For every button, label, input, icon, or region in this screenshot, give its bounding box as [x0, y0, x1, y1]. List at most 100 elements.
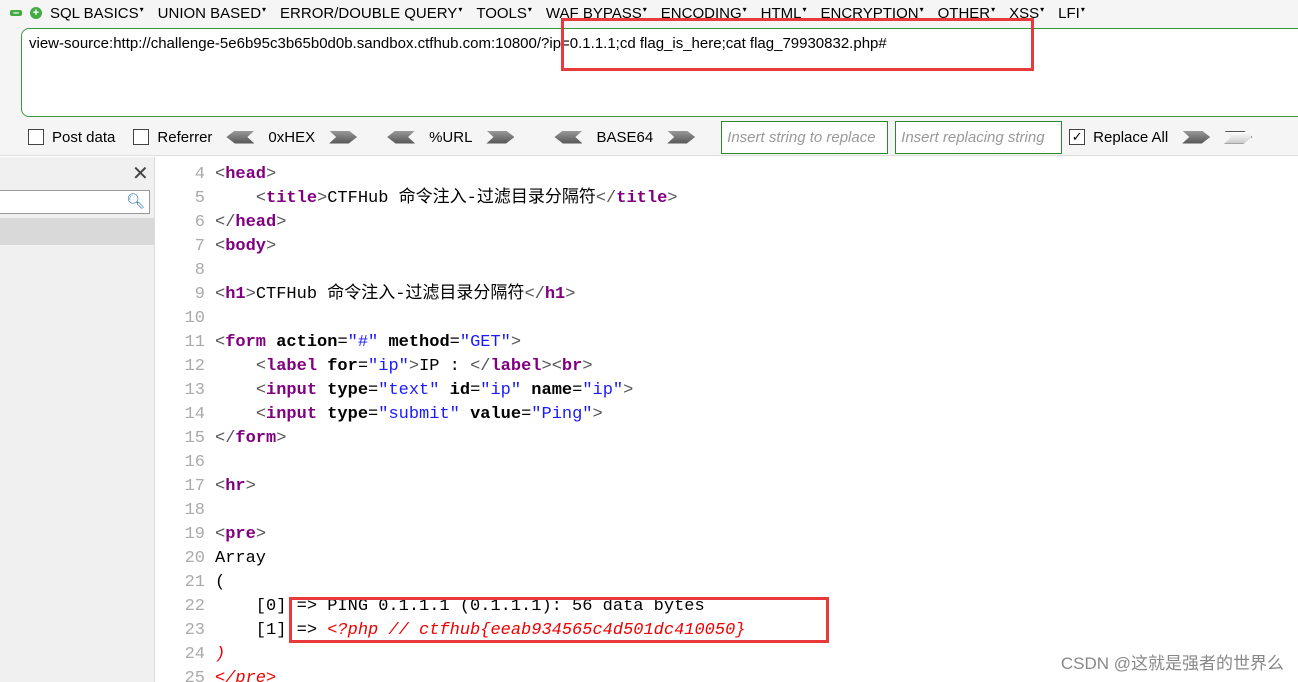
- sidebar-selected-item[interactable]: [0, 218, 154, 245]
- line-number: 25: [184, 669, 205, 682]
- line-number: 6: [194, 213, 205, 232]
- sidebar-search-input[interactable]: 🔍︎: [0, 190, 150, 214]
- source-line: 8: [156, 259, 746, 283]
- checkbox[interactable]: [28, 129, 44, 145]
- line-content: <title>CTFHub 命令注入-过滤目录分隔符</title>: [215, 187, 678, 211]
- token-text: =: [368, 405, 379, 424]
- source-line: 9 <h1>CTFHub 命令注入-过滤目录分隔符</h1>: [156, 283, 746, 307]
- line-number: 7: [194, 237, 205, 256]
- token-br: <: [215, 285, 226, 304]
- line-content: <label for="ip">IP : </label><br>: [215, 355, 593, 379]
- line-number: 19: [184, 525, 205, 544]
- token-attr: value: [470, 405, 522, 424]
- replace-arrow-icon[interactable]: [1182, 130, 1211, 144]
- line-content: <form action="#" method="GET">: [215, 331, 521, 355]
- checkmark-icon[interactable]: ✓: [1069, 129, 1086, 145]
- menu-item-lfi[interactable]: LFI: [1058, 5, 1085, 22]
- token-tag: label: [490, 357, 542, 376]
- hex-label: 0xHEX: [268, 128, 316, 146]
- token-text: =: [572, 381, 583, 400]
- token-br: <: [215, 333, 226, 352]
- source-line: 21 (: [156, 571, 746, 595]
- token-tag: h1: [544, 285, 566, 304]
- url-encode-arrow-icon[interactable]: [486, 130, 515, 144]
- token-tag: br: [561, 357, 583, 376]
- minus-icon[interactable]: –: [10, 8, 22, 19]
- token-attr: method: [388, 333, 450, 352]
- base64-encode-arrow-icon[interactable]: [667, 130, 696, 144]
- token-text: =: [521, 405, 532, 424]
- token-attr: id: [449, 381, 471, 400]
- token-br: >: [255, 525, 267, 544]
- line-number: 13: [184, 381, 205, 400]
- token-val: "GET": [459, 333, 511, 352]
- replace-all-checkbox[interactable]: ✓ Replace All: [1069, 129, 1168, 146]
- token-br: >: [667, 189, 678, 208]
- replacing-string-input[interactable]: Insert replacing string: [895, 120, 1063, 154]
- line-content: </pre>: [215, 667, 276, 682]
- token-br: <: [255, 189, 267, 208]
- token-tag: input: [266, 405, 328, 424]
- token-tag: head: [225, 165, 267, 184]
- source-line: 25 </pre>: [156, 667, 746, 682]
- token-text: =: [357, 357, 369, 376]
- line-content: <hr>: [215, 475, 256, 499]
- token-val: "submit": [378, 405, 471, 424]
- replace-next-arrow-icon[interactable]: [1224, 130, 1253, 144]
- referrer-label: Referrer: [157, 128, 213, 146]
- token-br: >: [582, 357, 593, 376]
- menu-item-union-based[interactable]: UNION BASED: [158, 5, 266, 22]
- token-attr: for: [327, 357, 358, 376]
- source-line: 11 <form action="#" method="GET">: [156, 331, 746, 355]
- menu-item-sql-basics[interactable]: SQL BASICS: [50, 5, 144, 22]
- hex-encode-arrow-icon[interactable]: [329, 130, 358, 144]
- line-number: 11: [184, 333, 205, 352]
- checkbox[interactable]: [133, 129, 150, 145]
- token-br: </: [215, 213, 236, 232]
- token-br: >: [317, 189, 328, 208]
- post-data-label: Post data: [52, 128, 116, 146]
- base64-decode-arrow-icon[interactable]: [554, 130, 583, 144]
- token-val: "ip": [582, 381, 624, 400]
- line-number: 22: [184, 597, 205, 616]
- token-tag: hr: [225, 477, 246, 496]
- token-br: </: [470, 357, 491, 376]
- token-attr: action: [276, 333, 338, 352]
- line-number: 20: [184, 549, 205, 568]
- token-text: =: [449, 333, 460, 352]
- source-line: 17 <hr>: [156, 475, 746, 499]
- post-data-checkbox[interactable]: Post data: [28, 129, 115, 146]
- line-number: 5: [194, 189, 205, 208]
- token-tag: body: [225, 237, 267, 256]
- token-text: CTFHub 命令注入-过滤目录分隔符: [255, 285, 525, 304]
- line-content: <h1>CTFHub 命令注入-过滤目录分隔符</h1>: [215, 283, 575, 307]
- plus-icon[interactable]: +: [30, 7, 42, 19]
- line-content: <body>: [215, 235, 276, 259]
- line-content: <input type="submit" value="Ping">: [215, 403, 603, 427]
- line-number: 17: [184, 477, 205, 496]
- token-tag: h1: [225, 285, 246, 304]
- source-line: 13 <input type="text" id="ip" name="ip">: [156, 379, 746, 403]
- menu-item-error-double-query[interactable]: ERROR/DOUBLE QUERY: [280, 5, 462, 22]
- token-br: >: [266, 165, 277, 184]
- close-icon[interactable]: ✕: [132, 161, 149, 186]
- menu-item-tools[interactable]: TOOLS: [476, 5, 532, 22]
- token-tag: input: [266, 381, 328, 400]
- hex-decode-arrow-icon[interactable]: [226, 130, 255, 144]
- token-br: <: [215, 165, 226, 184]
- line-content: (: [215, 571, 225, 595]
- source-line: 19 <pre>: [156, 523, 746, 547]
- source-line: 6 </head>: [156, 211, 746, 235]
- base64-label: BASE64: [596, 128, 654, 146]
- url-decode-arrow-icon[interactable]: [387, 130, 416, 144]
- token-br: <: [215, 525, 226, 544]
- token-tag: head: [235, 213, 277, 232]
- search-icon[interactable]: 🔍︎: [126, 192, 145, 210]
- replace-string-input[interactable]: Insert string to replace: [721, 120, 889, 154]
- token-br: <: [255, 357, 267, 376]
- referrer-checkbox[interactable]: Referrer: [133, 129, 212, 146]
- line-number: 23: [184, 621, 205, 640]
